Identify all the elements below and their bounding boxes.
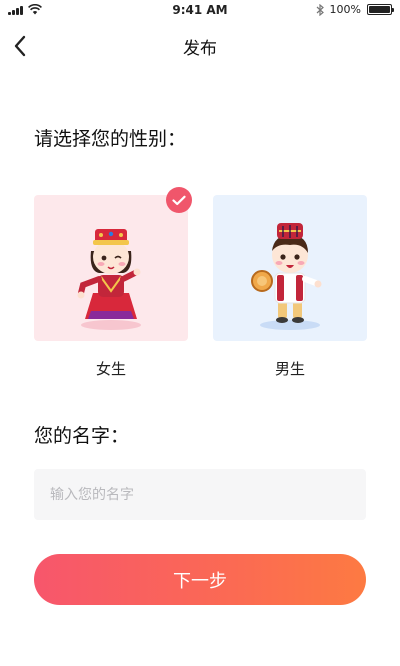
name-input[interactable] bbox=[34, 469, 366, 520]
gender-card-male[interactable] bbox=[213, 195, 367, 341]
gender-prompt: 请选择您的性别： bbox=[34, 128, 187, 150]
gender-label-female: 女生 bbox=[95, 360, 126, 378]
next-button[interactable]: 下一步 bbox=[34, 554, 366, 605]
selected-check-badge bbox=[166, 187, 192, 213]
male-avatar bbox=[251, 223, 322, 330]
gender-card-female[interactable] bbox=[34, 195, 188, 341]
status-right: 100% bbox=[316, 3, 394, 16]
gender-label-male: 男生 bbox=[274, 360, 305, 378]
female-avatar bbox=[77, 229, 141, 330]
status-bar: 9:41 AM 100% bbox=[0, 0, 400, 22]
checkmark-icon bbox=[172, 195, 186, 205]
battery-percent: 100% bbox=[329, 3, 361, 16]
name-prompt: 您的名字： bbox=[34, 425, 130, 447]
page-title: 发布 bbox=[183, 39, 217, 59]
bluetooth-icon bbox=[316, 3, 324, 16]
nav-bar: 发布 bbox=[0, 24, 400, 68]
battery-icon bbox=[367, 4, 394, 15]
